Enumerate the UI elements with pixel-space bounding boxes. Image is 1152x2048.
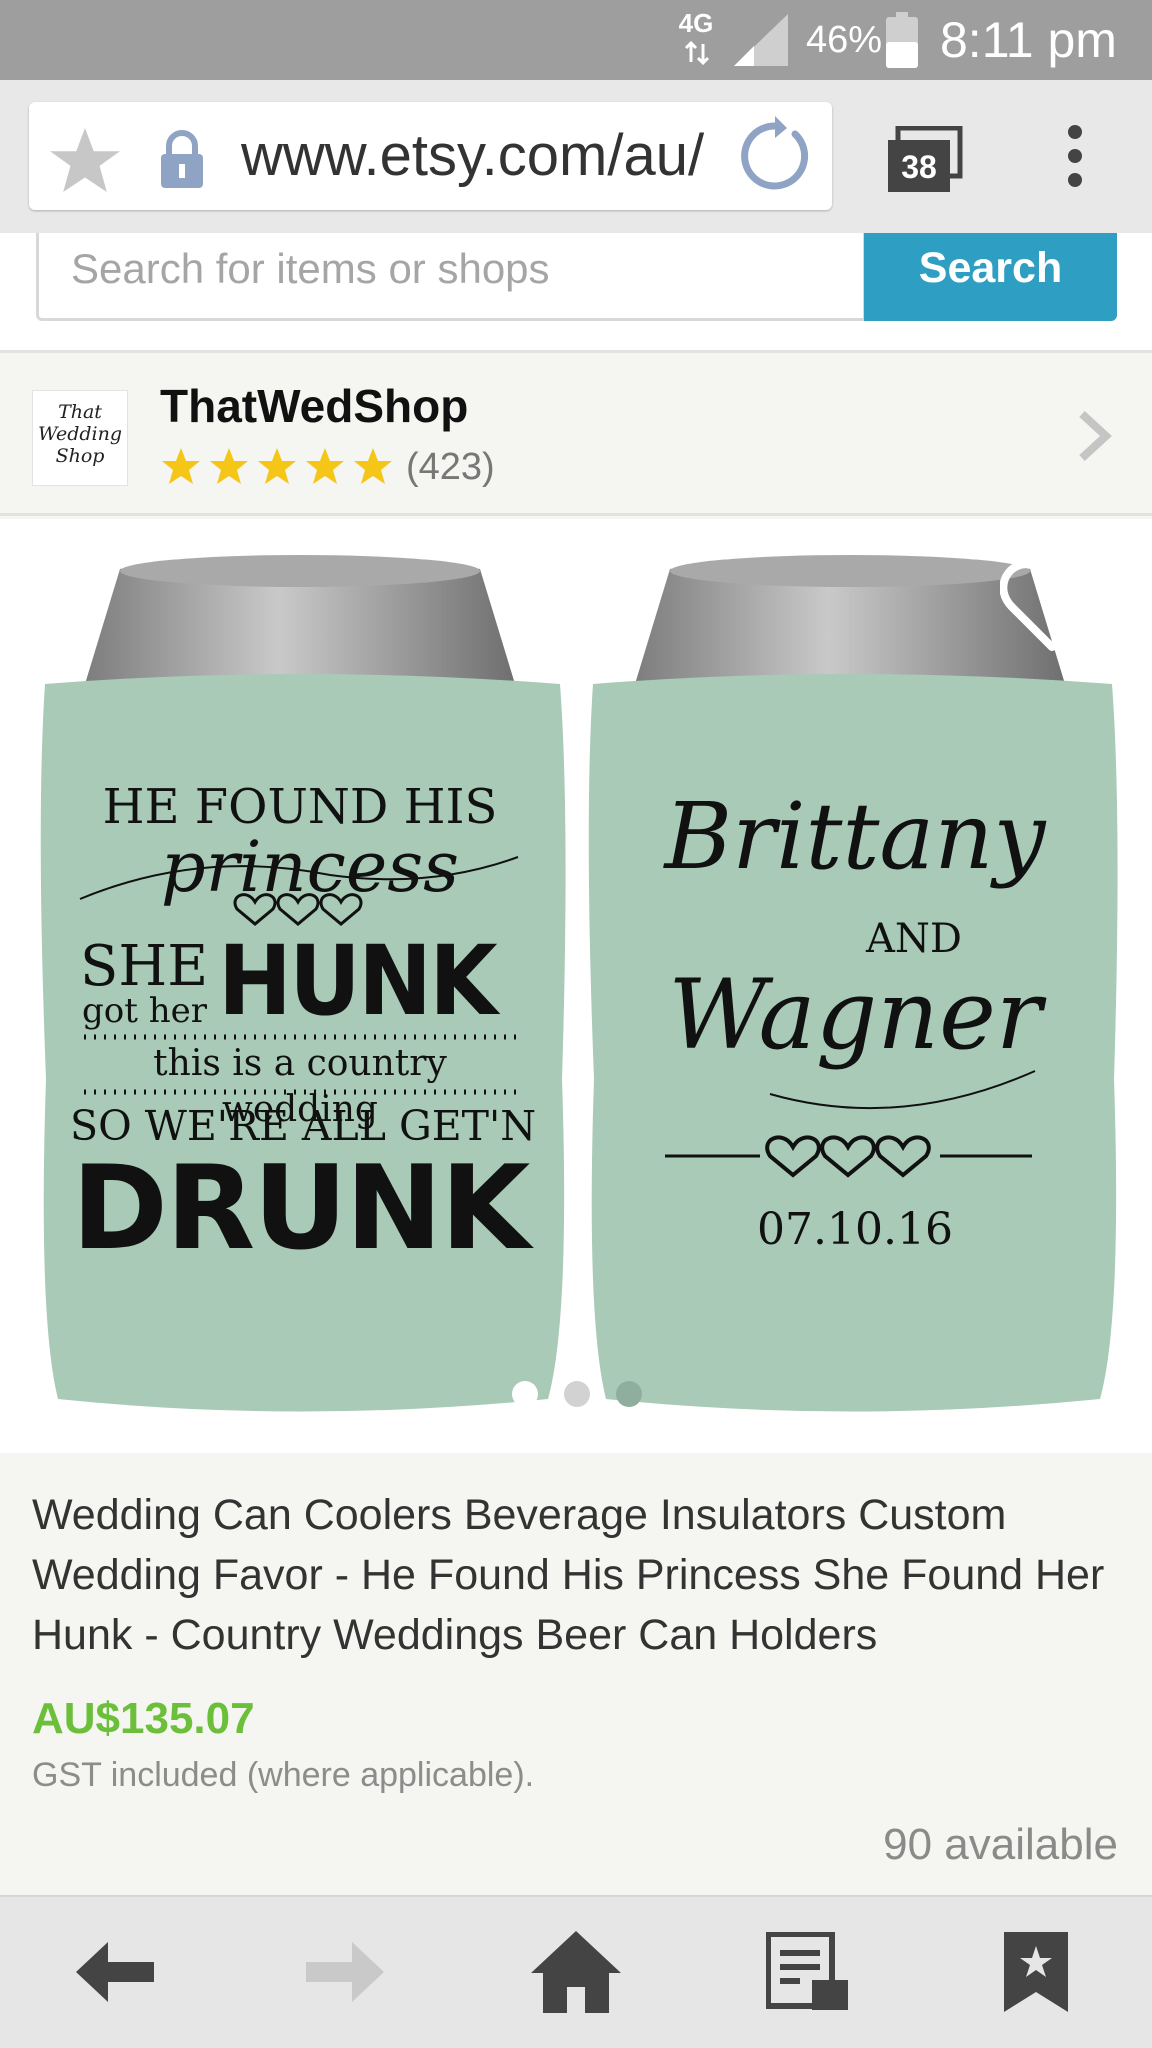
home-button[interactable] [526,1927,626,2017]
star-rating-icon [162,448,392,484]
can-name-script: Brittany [664,783,1046,890]
url-text[interactable]: www.etsy.com/au/ [241,124,751,188]
status-bar: 4G 46% 8:11 pm [0,0,1152,80]
lock-icon [161,130,203,188]
browser-toolbar: www.etsy.com/au/ 38 [0,80,1152,233]
carousel-dot-active[interactable] [512,1381,538,1407]
signal-icon [734,14,788,66]
home-icon [531,1931,621,2013]
search-button[interactable]: Search [864,233,1117,321]
listing-title: Wedding Can Coolers Beverage Insulators … [32,1491,1105,1659]
can-text-bold: DRUNK [71,1141,531,1276]
product-image-carousel[interactable]: HE FOUND HIS princess SHE got her HUNK t… [0,519,1152,1453]
search-bar: Search for items or shops Search [0,233,1152,353]
can-text-line: AND [866,916,962,962]
can-text-script: princess [160,826,460,908]
favorite-heart-icon[interactable] [1000,559,1104,655]
bookmarks-button[interactable] [986,1927,1086,2017]
logo-line: Wedding [37,423,123,445]
carousel-dots [512,1381,642,1411]
battery-icon [886,12,918,68]
review-count: (423) [406,445,495,488]
shop-header[interactable]: That Wedding Shop ThatWedShop (423) [0,356,1152,516]
availability: 90 available [883,1820,1118,1869]
bookmark-icon [1004,1932,1068,2012]
can-date: 07.10.16 [757,1204,953,1255]
listing-price: AU$135.07 [32,1694,255,1743]
overflow-menu-icon[interactable] [1060,124,1090,188]
browser-bottom-nav [0,1895,1152,2048]
left-can-artwork: HE FOUND HIS princess SHE got her HUNK t… [70,519,536,1419]
address-bar[interactable]: www.etsy.com/au/ [29,102,832,210]
chevron-right-icon[interactable] [1076,410,1112,462]
carousel-dot[interactable] [564,1381,590,1407]
clock: 8:11 pm [940,12,1117,68]
tax-note: GST included (where applicable). [32,1756,535,1794]
back-icon [76,1942,154,2002]
reader-icon [766,1932,848,2010]
data-arrows-icon [684,40,710,66]
star-icon[interactable] [49,128,121,192]
shop-name[interactable]: ThatWedShop [160,378,468,434]
forward-button[interactable] [294,1927,394,2017]
back-button[interactable] [66,1927,166,2017]
can-text-bold: HUNK [218,925,498,1037]
battery-percent: 46% [806,19,883,61]
tab-count: 38 [901,149,937,185]
search-input[interactable]: Search for items or shops [36,233,866,321]
can-text-line: got her [82,991,207,1031]
tabs-button[interactable]: 38 [884,126,964,194]
logo-line: Shop [55,445,105,467]
logo-line: That [58,401,102,423]
forward-icon [306,1942,384,2002]
can-text-line: SHE [80,934,209,999]
listing-details: Wedding Can Coolers Beverage Insulators … [0,1453,1152,1895]
reader-button[interactable] [758,1927,858,2017]
carousel-dot[interactable] [616,1381,642,1407]
shop-logo[interactable]: That Wedding Shop [32,390,128,486]
can-name-script: Wagner [668,959,1042,1071]
reload-icon[interactable] [735,116,815,196]
network-indicator: 4G [678,8,714,38]
search-placeholder: Search for items or shops [71,245,550,292]
shop-rating: (423) [160,444,495,490]
